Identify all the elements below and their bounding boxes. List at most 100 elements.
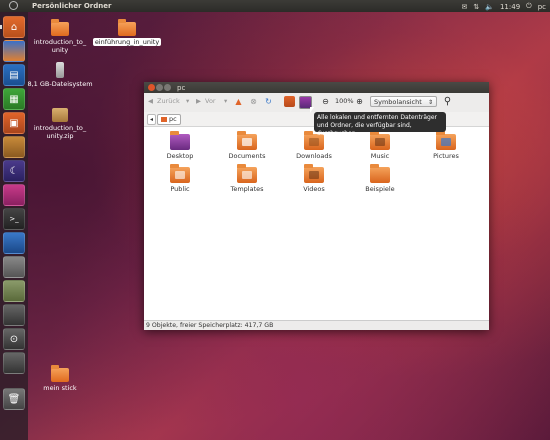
folder-icon	[51, 19, 69, 36]
stop-icon[interactable]: ⊗	[248, 96, 259, 107]
network-icon[interactable]: ⇅	[473, 3, 479, 11]
user-name[interactable]: pc	[538, 3, 546, 11]
back-dropdown-icon[interactable]: ▾	[186, 97, 189, 105]
file-label: Pictures	[433, 152, 459, 160]
examples-folder-icon	[370, 164, 390, 183]
status-bar: 9 Objekte, freier Speicherplatz: 417,7 G…	[144, 320, 489, 330]
firefox-icon[interactable]	[3, 40, 25, 62]
folder-icon	[51, 365, 69, 382]
template-emblem-icon	[242, 171, 252, 179]
up-arrow-icon[interactable]: ▲	[233, 96, 244, 107]
home-small-icon	[161, 117, 167, 122]
tooltip: Alle lokalen und entfernten Datenträger …	[314, 112, 446, 137]
documents-folder-icon	[237, 131, 257, 150]
file-label: Templates	[230, 185, 264, 193]
app-title: Persönlicher Ordner	[32, 2, 112, 10]
thunderbird-icon[interactable]	[3, 232, 25, 254]
desktop-icon-label: introduction_to_ unity	[33, 38, 87, 54]
software-center-icon[interactable]	[3, 136, 25, 158]
file-item[interactable]: Templates	[217, 164, 277, 193]
breadcrumb-left-icon[interactable]: ◂	[147, 114, 156, 125]
videos-folder-icon	[304, 164, 324, 183]
workspaces-icon[interactable]	[3, 184, 25, 206]
search-icon[interactable]: ⚲	[442, 96, 453, 107]
home-button-icon[interactable]	[284, 96, 295, 107]
zoom-out-icon[interactable]: ⊖	[320, 96, 331, 107]
breadcrumb-label: pc	[169, 115, 177, 123]
picture-emblem-icon	[441, 138, 451, 146]
desktop-icon-label: einführung_in_unity	[92, 38, 162, 46]
volume-icon[interactable]: 🔈	[485, 3, 494, 11]
forward-arrow-icon[interactable]: ▶	[196, 97, 201, 105]
terminal-icon[interactable]: >_	[3, 208, 25, 230]
file-item[interactable]: Beispiele	[350, 164, 410, 193]
view-mode-select[interactable]: Symbolansicht ⇕	[370, 96, 437, 107]
file-label: Music	[370, 152, 390, 160]
folder-icon	[118, 19, 136, 36]
lens-icon[interactable]: ⊙	[3, 328, 25, 350]
screen-icon[interactable]	[3, 304, 25, 326]
desktop-icon-folder[interactable]: mein stick	[25, 365, 95, 392]
file-item[interactable]: Videos	[284, 164, 344, 193]
people-emblem-icon	[175, 171, 185, 179]
active-pip	[0, 25, 2, 29]
window-titlebar[interactable]: pc	[144, 82, 489, 93]
file-label: Beispiele	[365, 185, 395, 193]
chevron-down-icon: ⇕	[427, 99, 433, 106]
desktop-icon-zip[interactable]: introduction_to_ unity.zip	[25, 108, 95, 140]
magnifier-glyph-icon: ⊙	[9, 333, 19, 345]
desktop-icon-usb[interactable]: 8,1 GB-Dateisystem	[25, 62, 95, 88]
system-tray: ✉ ⇅ 🔈 11:49 ⏻ pc	[462, 2, 547, 11]
mouse-cursor-icon	[310, 107, 314, 113]
file-item[interactable]: Desktop	[150, 131, 210, 160]
screenshot-icon[interactable]	[3, 256, 25, 278]
top-panel: Persönlicher Ordner ✉ ⇅ 🔈 11:49 ⏻ pc	[0, 0, 550, 12]
file-label: Public	[170, 185, 190, 193]
search-lens-icon[interactable]	[3, 352, 25, 374]
dash-home-icon[interactable]	[9, 1, 18, 10]
toolbar: ◀ Zurück ▾ ▶ Vor ▾ ▲ ⊗ ↻ ⊖ 100% ⊕ Symbol…	[144, 93, 489, 113]
trash-icon[interactable]: 🗑	[3, 388, 25, 410]
writer-icon[interactable]: ▤	[3, 64, 25, 86]
file-view: Desktop Documents Downloads Music Pictur…	[144, 127, 489, 319]
calc-icon[interactable]: ▦	[3, 88, 25, 110]
minimize-icon[interactable]	[156, 84, 163, 91]
forward-button[interactable]: Vor	[205, 97, 216, 105]
breadcrumb[interactable]: pc	[157, 114, 181, 125]
impress-glyph-icon: ▣	[9, 117, 19, 129]
zoom-in-icon[interactable]: ⊕	[354, 96, 365, 107]
desktop-icon-label: introduction_to_ unity.zip	[33, 124, 87, 140]
pictures-folder-icon	[436, 131, 456, 150]
writer-glyph-icon: ▤	[9, 69, 19, 81]
window-title: pc	[177, 84, 186, 92]
video-emblem-icon	[309, 171, 319, 179]
back-button[interactable]: Zurück	[157, 97, 180, 105]
home-folder-icon[interactable]: ⌂	[3, 16, 25, 38]
file-item[interactable]: Documents	[217, 131, 277, 160]
clock[interactable]: 11:49	[500, 3, 520, 11]
close-icon[interactable]	[148, 84, 155, 91]
file-item[interactable]: Music	[350, 131, 410, 160]
file-item[interactable]: Pictures	[416, 131, 476, 160]
file-item[interactable]: Public	[150, 164, 210, 193]
download-emblem-icon	[309, 138, 319, 146]
user-icon[interactable]: ⏻	[526, 2, 532, 11]
system-settings-icon[interactable]	[3, 280, 25, 302]
public-folder-icon	[170, 164, 190, 183]
forward-dropdown-icon[interactable]: ▾	[224, 97, 227, 105]
impress-icon[interactable]: ▣	[3, 112, 25, 134]
ubuntu-one-icon[interactable]: ☾	[3, 160, 25, 182]
file-label: Downloads	[296, 152, 332, 160]
file-label: Documents	[228, 152, 266, 160]
maximize-icon[interactable]	[164, 84, 171, 91]
templates-folder-icon	[237, 164, 257, 183]
launcher: ⌂ ▤ ▦ ▣ ☾ >_ ⊙ 🗑	[0, 12, 28, 440]
desktop-icon-label: mein stick	[43, 384, 77, 392]
mail-icon[interactable]: ✉	[462, 3, 468, 11]
document-emblem-icon	[242, 138, 252, 146]
back-arrow-icon[interactable]: ◀	[148, 97, 153, 105]
desktop-icon-folder-selected[interactable]: einführung_in_unity	[92, 19, 162, 46]
zoom-level: 100%	[335, 97, 354, 105]
desktop-icon-folder[interactable]: introduction_to_ unity	[25, 19, 95, 54]
reload-icon[interactable]: ↻	[263, 96, 274, 107]
